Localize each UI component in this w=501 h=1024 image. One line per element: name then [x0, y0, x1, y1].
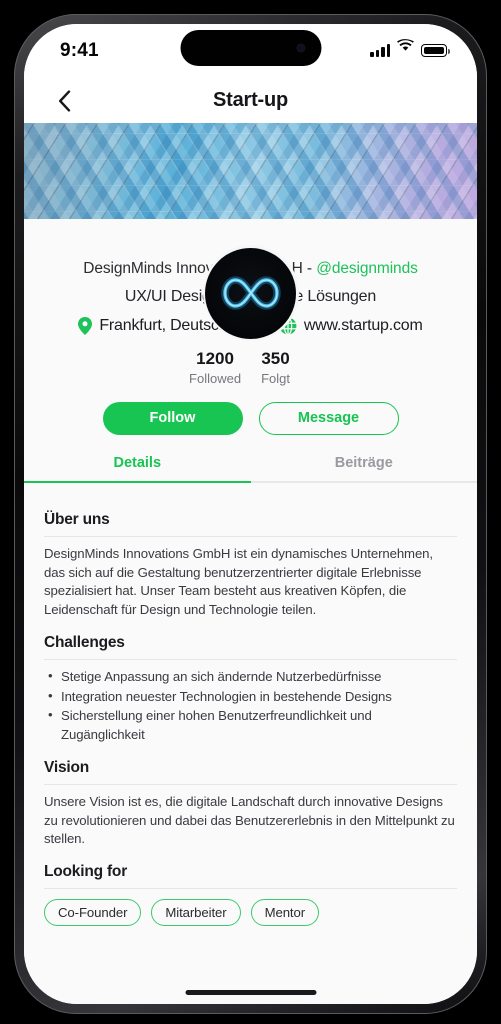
status-bar-icons: [370, 39, 450, 57]
section-vision-body: Unsere Vision ist es, die digitale Lands…: [44, 793, 455, 847]
website-text: www.startup.com: [303, 316, 423, 334]
dynamic-island: [180, 30, 321, 66]
section-about-title: Über uns: [44, 511, 457, 537]
section-vision-title: Vision: [44, 759, 457, 785]
company-separator: -: [302, 260, 317, 277]
list-item: Integration neuester Technologien in bes…: [44, 687, 457, 707]
wifi-icon: [397, 39, 414, 57]
tag-mentor[interactable]: Mentor: [250, 899, 320, 926]
status-bar-time: 9:41: [60, 40, 99, 61]
profile-scroll-area[interactable]: DesignMinds Innovations GmbH - @designmi…: [24, 123, 477, 1004]
cover-photo: [24, 123, 477, 219]
profile-stats: 1200 Followed 350 Folgt: [40, 349, 461, 386]
stat-followed[interactable]: 1200 Followed: [189, 349, 241, 386]
home-indicator-bar[interactable]: [185, 990, 316, 995]
nav-header: Start-up: [24, 78, 477, 123]
follow-button[interactable]: Follow: [102, 401, 243, 435]
message-button[interactable]: Message: [258, 401, 399, 435]
tag-mitarbeiter[interactable]: Mitarbeiter: [151, 899, 241, 926]
cover-photo-vignette: [24, 123, 477, 219]
page-title: Start-up: [212, 89, 289, 111]
chevron-left-icon: [58, 89, 70, 112]
company-handle[interactable]: @designminds: [316, 260, 418, 277]
section-challenges: Challenges Stetige Anpassung an sich änd…: [44, 634, 457, 745]
avatar-image: [205, 247, 296, 339]
infinity-logo-avatar: [220, 276, 281, 310]
looking-for-tags: Co-Founder Mitarbeiter Mentor: [44, 897, 457, 926]
detail-sections: Über uns DesignMinds Innovations GmbH is…: [24, 483, 477, 926]
section-challenges-title: Challenges: [44, 634, 457, 660]
battery-full-icon: [421, 44, 450, 57]
tab-bar: Details Beiträge: [24, 455, 477, 483]
website-item[interactable]: www.startup.com: [279, 316, 423, 335]
avatar[interactable]: [202, 245, 299, 341]
stat-following-label: Folgt: [261, 370, 290, 386]
list-item: Stetige Anpassung an sich ändernde Nutze…: [44, 667, 457, 687]
tab-beitraege[interactable]: Beiträge: [250, 455, 477, 483]
section-about: Über uns DesignMinds Innovations GmbH is…: [44, 511, 457, 620]
stat-following-value: 350: [261, 348, 290, 368]
profile-actions: Follow Message: [40, 401, 461, 435]
cellular-signal-icon: [370, 44, 390, 57]
back-button[interactable]: [46, 78, 82, 123]
section-challenges-list: Stetige Anpassung an sich ändernde Nutze…: [44, 667, 457, 745]
section-looking-for: Looking for Co-Founder Mitarbeiter Mento…: [44, 863, 457, 926]
stat-following[interactable]: 350 Folgt: [261, 349, 290, 386]
tag-co-founder[interactable]: Co-Founder: [44, 899, 142, 926]
section-looking-for-title: Looking for: [44, 863, 457, 889]
map-pin-icon: [78, 316, 93, 335]
list-item: Sicherstellung einer hohen Benutzerfreun…: [44, 706, 457, 744]
section-about-body: DesignMinds Innovations GmbH ist ein dyn…: [44, 545, 433, 618]
section-vision: Vision Unsere Vision ist es, die digital…: [44, 759, 457, 849]
status-bar: 9:41: [24, 24, 477, 78]
phone-frame: 9:41 Start-up DesignMinds Innovations Gm…: [14, 14, 487, 1014]
tab-details[interactable]: Details: [24, 455, 251, 483]
stat-followed-value: 1200: [196, 348, 234, 368]
phone-screen: 9:41 Start-up DesignMinds Innovations Gm…: [24, 24, 477, 1004]
front-camera-icon: [296, 43, 305, 53]
stat-followed-label: Followed: [189, 370, 242, 386]
